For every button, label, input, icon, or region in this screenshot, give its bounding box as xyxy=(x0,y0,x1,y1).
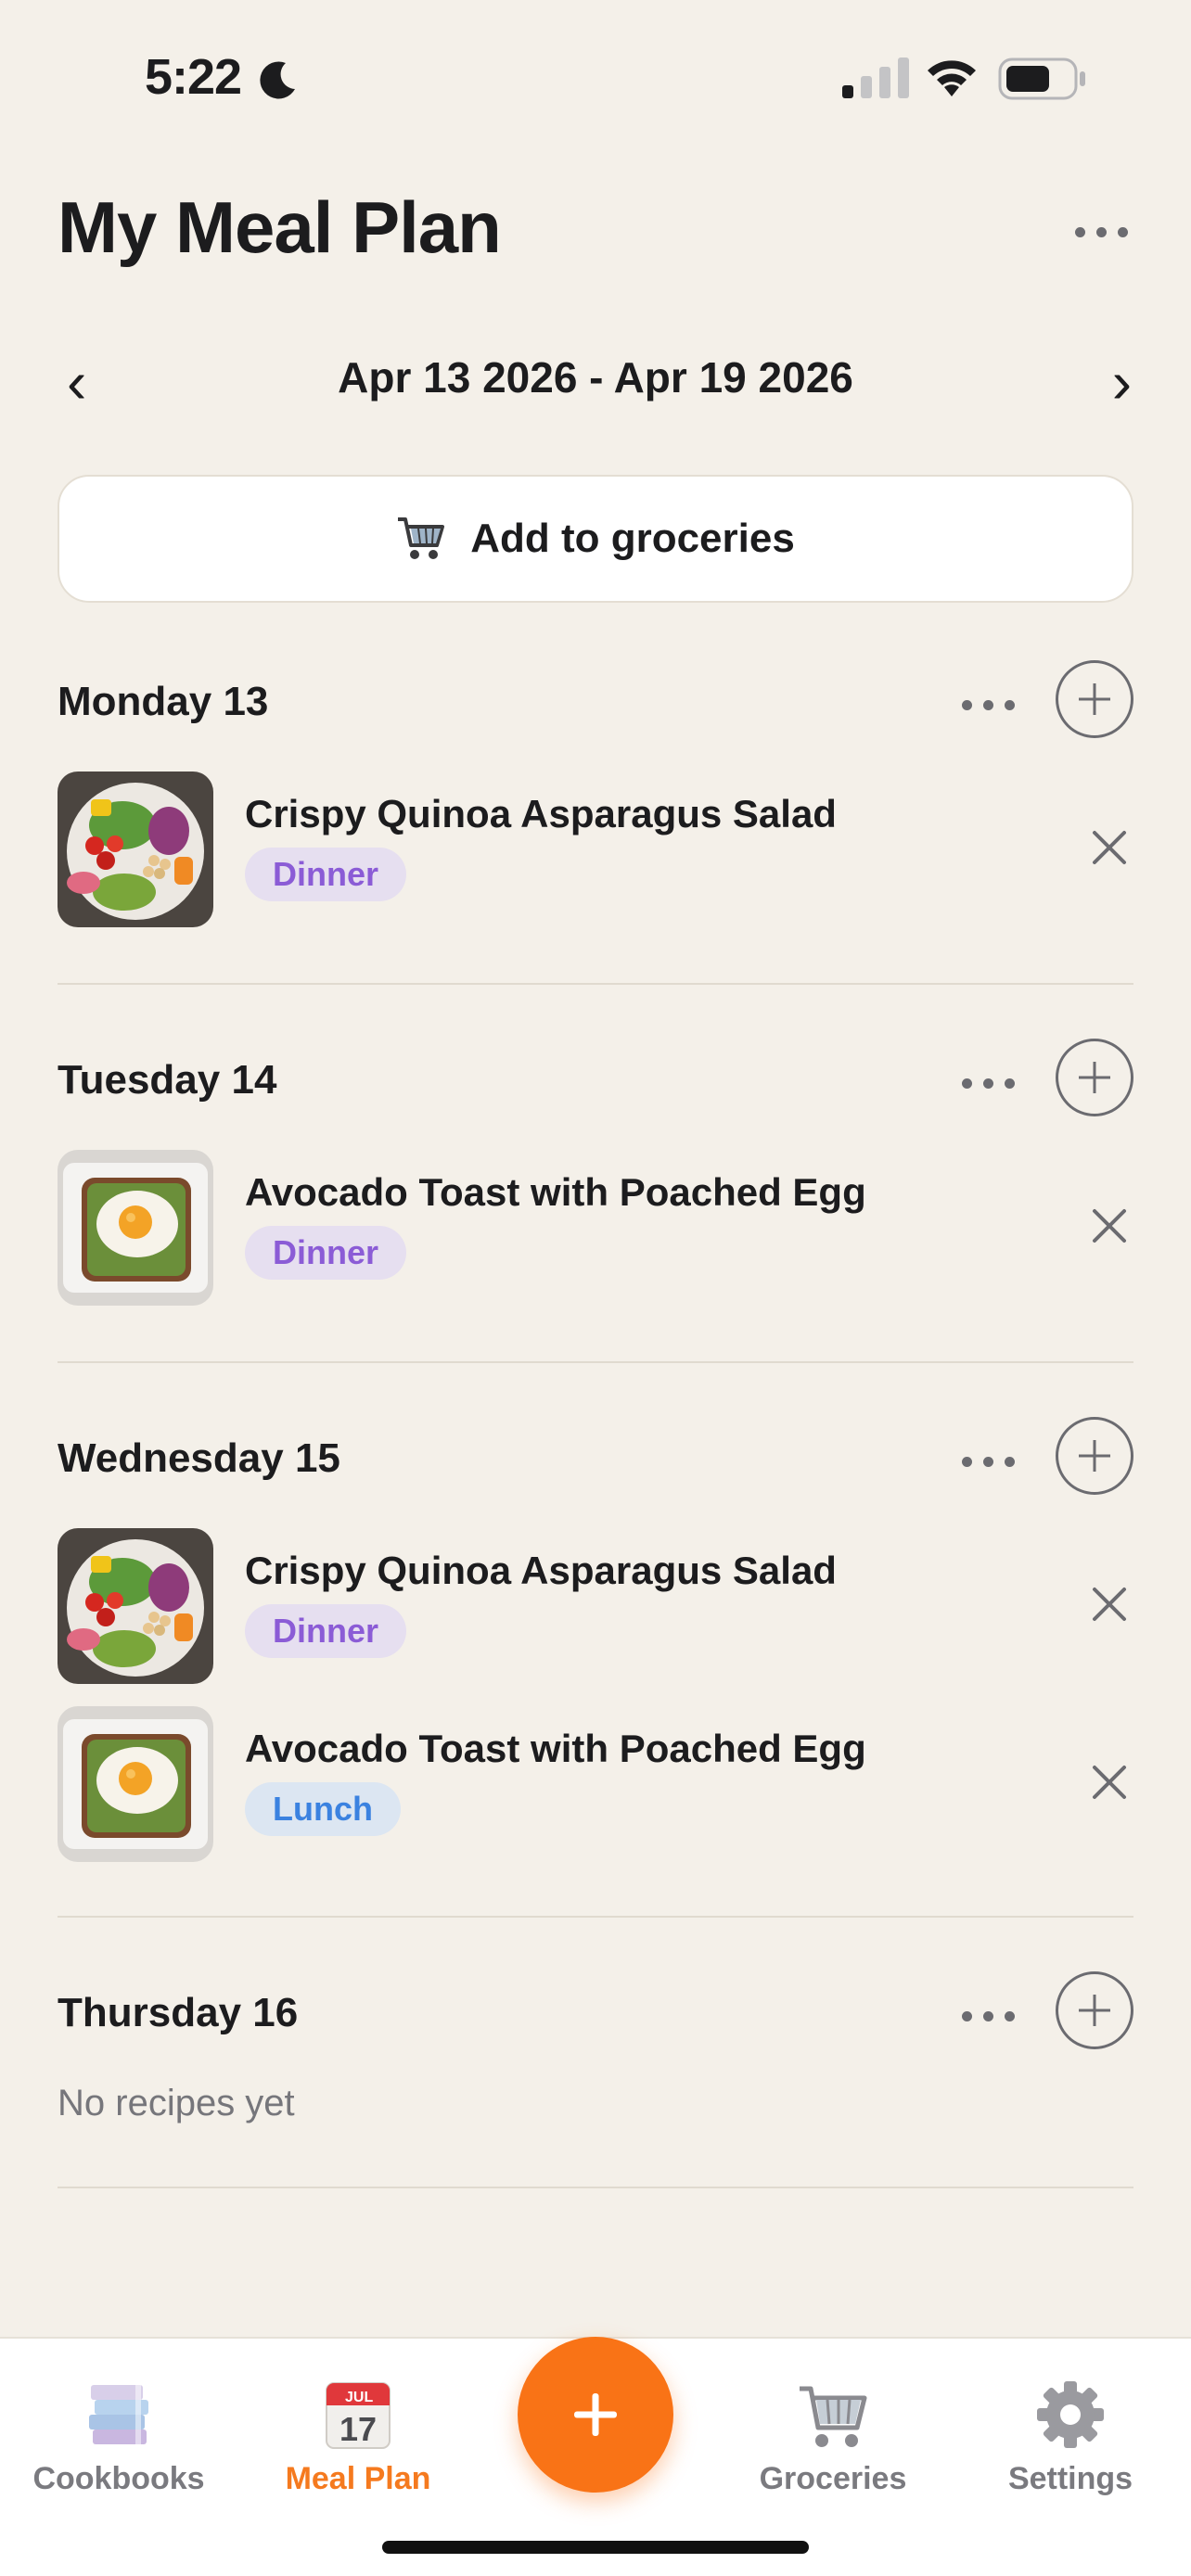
tab-meal-plan[interactable]: JUL 17 Meal Plan xyxy=(256,2376,460,2497)
battery-icon xyxy=(998,57,1085,100)
divider xyxy=(58,2187,1133,2188)
add-meal-button[interactable] xyxy=(1056,1039,1133,1116)
status-time: 5:22 xyxy=(145,49,242,105)
divider xyxy=(58,983,1133,985)
meal-item[interactable]: Avocado Toast with Poached Egg Lunch xyxy=(58,1706,1133,1862)
ellipsis-icon xyxy=(961,2010,972,2021)
add-to-groceries-label: Add to groceries xyxy=(470,516,795,561)
more-options-button[interactable] xyxy=(1069,206,1133,258)
add-to-groceries-button[interactable]: Add to groceries xyxy=(58,475,1133,603)
meal-name: Crispy Quinoa Asparagus Salad xyxy=(245,1549,837,1592)
tab-label: Cookbooks xyxy=(32,2461,205,2496)
meal-tag-dinner: Dinner xyxy=(245,1604,407,1658)
ellipsis-icon xyxy=(961,1078,972,1089)
add-recipe-fab-button[interactable] xyxy=(518,2337,673,2493)
gear-icon xyxy=(1037,2381,1104,2448)
tab-label: Settings xyxy=(1007,2461,1133,2496)
signal-icon xyxy=(842,57,909,98)
meal-name: Avocado Toast with Poached Egg xyxy=(245,1170,866,1214)
meal-item[interactable]: Crispy Quinoa Asparagus Salad Dinner xyxy=(58,1528,1133,1684)
status-bar: 5:22 xyxy=(0,0,1191,148)
salad-thumbnail xyxy=(58,772,213,927)
calendar-icon: JUL 17 xyxy=(326,2382,391,2449)
tab-label: Groceries xyxy=(759,2461,907,2496)
meal-item[interactable]: Avocado Toast with Poached Egg Dinner xyxy=(58,1150,1133,1306)
add-meal-button[interactable] xyxy=(1056,1417,1133,1495)
close-icon[interactable] xyxy=(1087,1760,1132,1804)
salad-thumbnail xyxy=(58,1528,213,1684)
day-title: Thursday 16 xyxy=(58,1990,299,2035)
close-icon[interactable] xyxy=(1087,825,1132,870)
moon-icon xyxy=(260,61,295,99)
close-icon[interactable] xyxy=(1087,1582,1132,1626)
page-title: My Meal Plan xyxy=(58,186,502,268)
toast-thumbnail xyxy=(58,1150,213,1306)
tab-groceries[interactable]: Groceries xyxy=(731,2376,935,2497)
meal-name: Avocado Toast with Poached Egg xyxy=(245,1727,866,1770)
ellipsis-icon xyxy=(961,1456,972,1467)
tab-settings[interactable]: Settings xyxy=(968,2376,1172,2497)
meal-tag-dinner: Dinner xyxy=(245,848,407,901)
day-title: Tuesday 14 xyxy=(58,1057,277,1103)
books-icon xyxy=(89,2385,148,2444)
day-more-button[interactable] xyxy=(955,677,1020,733)
divider xyxy=(58,1361,1133,1363)
day-more-button[interactable] xyxy=(955,1988,1020,2044)
divider xyxy=(58,1916,1133,1918)
tab-cookbooks[interactable]: Cookbooks xyxy=(17,2376,221,2497)
add-meal-button[interactable] xyxy=(1056,660,1133,738)
add-meal-button[interactable] xyxy=(1056,1971,1133,2049)
cart-icon xyxy=(398,517,445,559)
tab-label: Meal Plan xyxy=(285,2461,431,2496)
meal-name: Crispy Quinoa Asparagus Salad xyxy=(245,792,837,835)
day-title: Wednesday 15 xyxy=(58,1435,340,1481)
cart-icon xyxy=(800,2386,867,2447)
day-title: Monday 13 xyxy=(58,679,269,724)
day-more-button[interactable] xyxy=(955,1055,1020,1111)
meal-item[interactable]: Crispy Quinoa Asparagus Salad Dinner xyxy=(58,772,1133,927)
ellipsis-icon xyxy=(1074,226,1085,237)
meal-tag-lunch: Lunch xyxy=(245,1782,401,1836)
empty-state-text: No recipes yet xyxy=(58,2083,295,2123)
svg-text:17: 17 xyxy=(339,2410,377,2448)
svg-text:JUL: JUL xyxy=(345,2390,373,2405)
home-indicator xyxy=(382,2541,809,2554)
day-more-button[interactable] xyxy=(955,1434,1020,1489)
meal-tag-dinner: Dinner xyxy=(245,1226,407,1280)
ellipsis-icon xyxy=(961,699,972,710)
next-week-button[interactable]: › xyxy=(1076,345,1132,419)
close-icon[interactable] xyxy=(1087,1204,1132,1248)
toast-thumbnail xyxy=(58,1706,213,1862)
wifi-icon xyxy=(928,60,976,96)
week-range-label: Apr 13 2026 - Apr 19 2026 xyxy=(338,353,853,402)
